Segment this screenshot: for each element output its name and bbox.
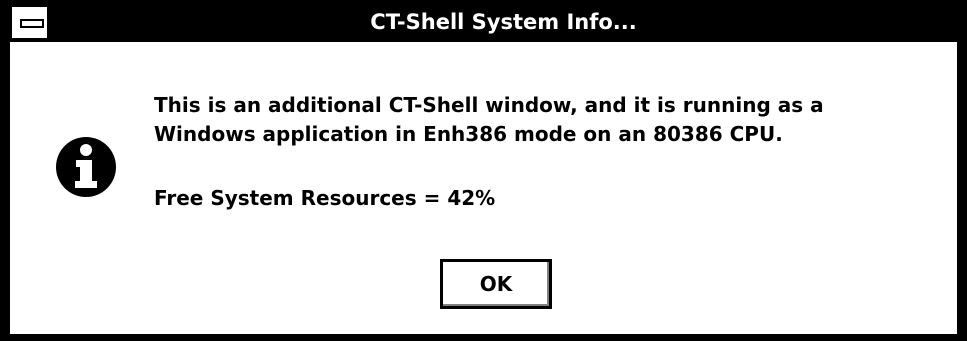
system-info-dialog: CT-Shell System Info... This is an addit… — [0, 0, 967, 341]
system-menu-icon[interactable] — [10, 5, 49, 40]
information-icon — [56, 137, 116, 197]
dialog-body: This is an additional CT-Shell window, a… — [10, 44, 957, 334]
window-title: CT-Shell System Info... — [370, 10, 637, 34]
message-text: This is an additional CT-Shell window, a… — [154, 91, 954, 149]
title-bar[interactable]: CT-Shell System Info... — [10, 3, 957, 42]
ok-button[interactable]: OK — [440, 259, 552, 309]
message-line-1: This is an additional CT-Shell window, a… — [154, 93, 824, 117]
message-line-2: Windows application in Enh386 mode on an… — [154, 122, 783, 146]
free-resources-text: Free System Resources = 42% — [154, 186, 496, 210]
system-menu-bar — [20, 19, 44, 28]
